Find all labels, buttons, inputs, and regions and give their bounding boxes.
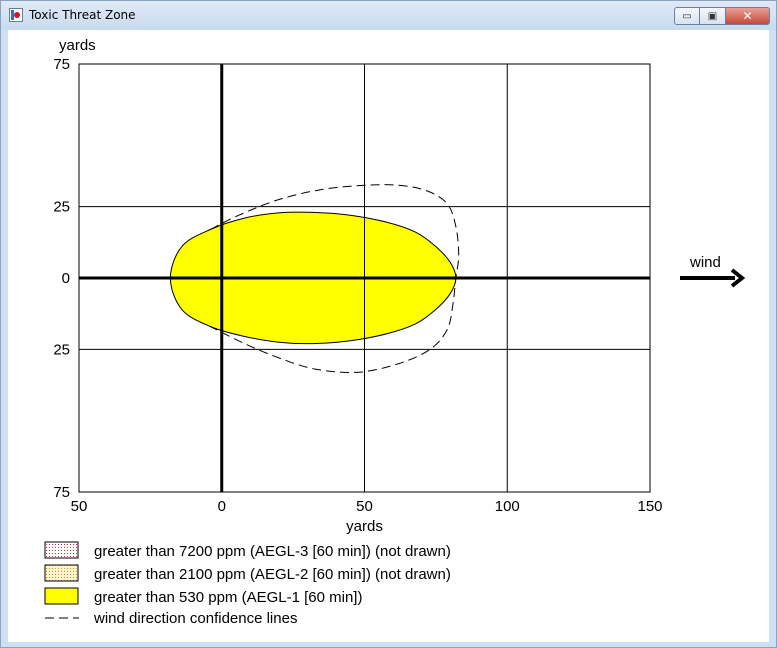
x-tick-label: 50 <box>356 498 373 515</box>
y-tick-label: 75 <box>53 484 70 501</box>
x-tick-label: 100 <box>495 498 520 515</box>
x-axis-label: yards <box>346 518 383 535</box>
app-icon[interactable] <box>9 8 23 22</box>
y-tick-label: 75 <box>53 56 70 73</box>
y-axis-label: yards <box>59 37 96 54</box>
y-tick-label: 25 <box>53 199 70 216</box>
legend-item: greater than 2100 ppm (AEGL-2 [60 min]) … <box>44 564 451 583</box>
x-tick-label: 150 <box>637 498 662 515</box>
y-tick-label: 25 <box>53 341 70 358</box>
window-title: Toxic Threat Zone <box>29 8 136 22</box>
wind-label: wind <box>689 254 721 271</box>
threat-zone-plot: 50 0 50 100 150 75 25 0 25 75 yards yards wind great… <box>44 37 746 627</box>
close-icon: ✕ <box>742 9 753 23</box>
minimize-icon: ▭ <box>682 10 692 22</box>
threat-zone-panel: 50 0 50 100 150 75 25 0 25 75 yards yards wind great… <box>8 30 769 642</box>
maximize-button[interactable]: ▣ <box>700 7 726 25</box>
legend-swatch-aegl2 <box>44 564 79 582</box>
x-tick-label: 0 <box>218 498 226 515</box>
legend-label: greater than 7200 ppm (AEGL-3 [60 min]) … <box>94 543 451 560</box>
caption-buttons: ▭ ▣ ✕ <box>674 7 770 25</box>
legend-label: greater than 2100 ppm (AEGL-2 [60 min]) … <box>94 566 451 583</box>
legend-swatch-aegl1 <box>44 587 79 605</box>
legend-swatch-aegl3 <box>44 541 79 559</box>
close-button[interactable]: ✕ <box>726 7 770 25</box>
legend-item: greater than 7200 ppm (AEGL-3 [60 min]) … <box>44 541 451 560</box>
legend-label: greater than 530 ppm (AEGL-1 [60 min]) <box>94 589 362 606</box>
legend-item: greater than 530 ppm (AEGL-1 [60 min]) <box>44 587 362 606</box>
legend-label: wind direction confidence lines <box>93 610 297 627</box>
x-tick-label: 50 <box>71 498 88 515</box>
maximize-icon: ▣ <box>707 10 718 22</box>
title-bar[interactable]: Toxic Threat Zone ▭ ▣ ✕ <box>1 1 776 30</box>
app-window: Toxic Threat Zone ▭ ▣ ✕ 50 0 50 100 150 … <box>0 0 777 648</box>
minimize-button[interactable]: ▭ <box>674 7 700 25</box>
legend-item: wind direction confidence lines <box>45 610 297 627</box>
y-tick-label: 0 <box>62 270 70 287</box>
